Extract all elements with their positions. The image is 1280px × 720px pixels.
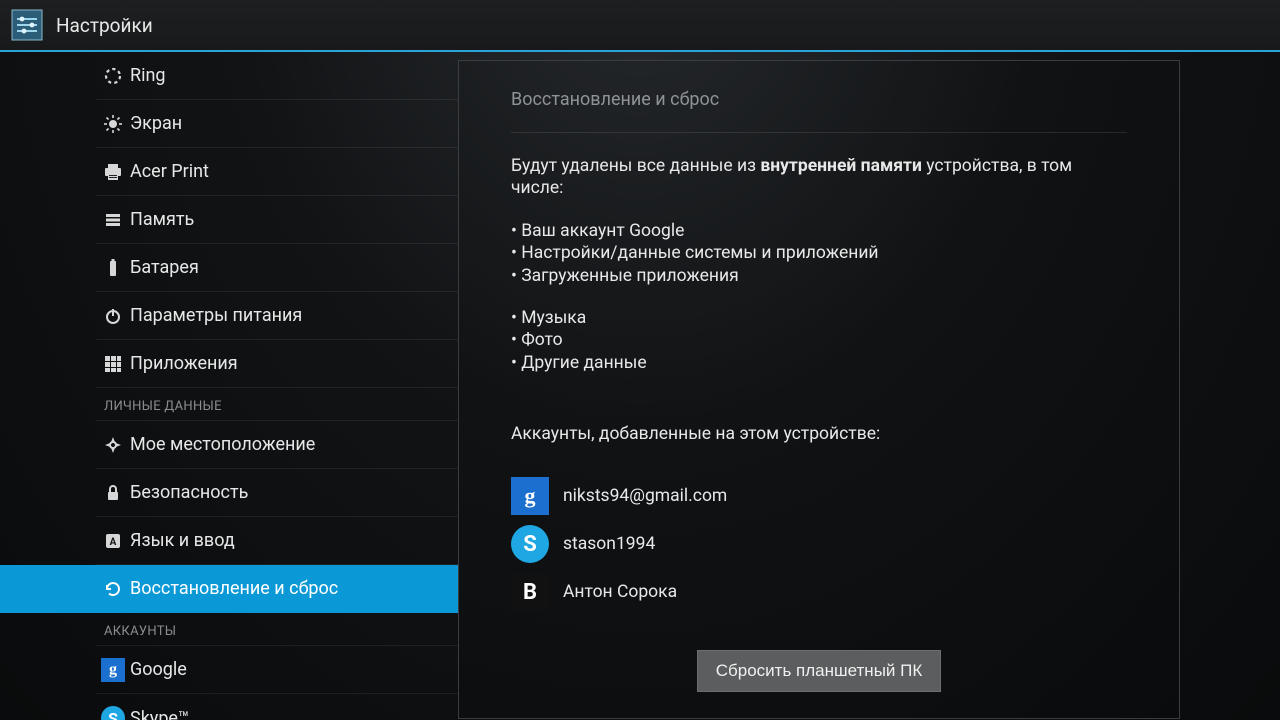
reset-tablet-button[interactable]: Сбросить планшетный ПК [697, 650, 942, 692]
sidebar-item-label: Восстановление и сброс [130, 578, 338, 599]
apps-icon [96, 354, 130, 374]
sidebar-item-storage[interactable]: Память [96, 196, 458, 244]
sidebar-item-label: Параметры питания [130, 305, 302, 326]
sidebar-item-label: Память [130, 209, 194, 230]
sidebar-item-battery[interactable]: Батарея [96, 244, 458, 292]
sidebar-header-accounts: АККАУНТЫ [96, 613, 458, 646]
ring-icon [96, 66, 130, 86]
content-pane: Восстановление и сброс Будут удалены все… [458, 52, 1280, 720]
desc-part-a: Будут удалены все данные из [511, 156, 760, 176]
sidebar-account-skype[interactable]: S Skype™ [96, 694, 458, 720]
sidebar-account-google[interactable]: g Google [96, 646, 458, 694]
accounts-heading: Аккаунты, добавленные на этом устройстве… [511, 424, 1127, 444]
account-name: stason1994 [563, 534, 655, 554]
sidebar-item-label: Ring [130, 65, 166, 86]
printer-icon [96, 162, 130, 182]
sidebar-item-label: Приложения [130, 353, 238, 374]
skype-icon: S [96, 706, 130, 720]
bullet-item: Фото [511, 329, 1127, 351]
battery-icon [96, 258, 130, 278]
sidebar-item-display[interactable]: Экран [96, 100, 458, 148]
bullet-item: Настройки/данные системы и приложений [511, 242, 1127, 264]
account-name: niksts94@gmail.com [563, 486, 727, 506]
sidebar-item-label: Acer Print [130, 161, 209, 182]
bullet-item: Музыка [511, 307, 1127, 329]
reset-description: Будут удалены все данные из внутренней п… [511, 155, 1127, 200]
sidebar-item-label: Skype™ [130, 708, 189, 720]
sidebar-item-label: Google [130, 659, 187, 680]
restore-icon [96, 579, 130, 599]
storage-icon [96, 210, 130, 230]
desc-bold: внутренней памяти [760, 156, 922, 176]
sidebar-item-ring[interactable]: Ring [96, 52, 458, 100]
sidebar-item-location[interactable]: Мое местоположение [96, 421, 458, 469]
sidebar-item-label: Экран [130, 113, 182, 134]
sidebar-item-label: Безопасность [130, 482, 248, 503]
account-row: g niksts94@gmail.com [511, 472, 1127, 520]
app-title: Настройки [56, 14, 153, 37]
language-icon: A [96, 531, 130, 551]
sidebar-item-label: Язык и ввод [130, 530, 235, 551]
sidebar-item-apps[interactable]: Приложения [96, 340, 458, 388]
settings-sidebar: Ring Экран [0, 52, 458, 720]
google-icon: g [511, 477, 549, 515]
title-bar: Настройки [0, 0, 1280, 52]
account-row: В Антон Сорока [511, 568, 1127, 616]
panel-title: Восстановление и сброс [511, 89, 1127, 133]
sidebar-item-language[interactable]: A Язык и ввод [96, 517, 458, 565]
sidebar-item-label: Мое местоположение [130, 434, 315, 455]
skype-icon: S [511, 525, 549, 563]
reset-bullets-2: Музыка Фото Другие данные [511, 307, 1127, 374]
lock-icon [96, 483, 130, 503]
brightness-icon [96, 114, 130, 134]
bullet-item: Ваш аккаунт Google [511, 220, 1127, 242]
location-icon [96, 435, 130, 455]
reset-card: Восстановление и сброс Будут удалены все… [458, 60, 1180, 719]
bullet-item: Другие данные [511, 352, 1127, 374]
sidebar-item-print[interactable]: Acer Print [96, 148, 458, 196]
bullet-item: Загруженные приложения [511, 265, 1127, 287]
account-name: Антон Сорока [563, 582, 677, 602]
google-icon: g [96, 658, 130, 682]
account-row: S stason1994 [511, 520, 1127, 568]
reset-bullets-1: Ваш аккаунт Google Настройки/данные сист… [511, 220, 1127, 287]
sidebar-item-backup-reset[interactable]: Восстановление и сброс [0, 565, 458, 613]
sidebar-item-label: Батарея [130, 257, 199, 278]
svg-text:A: A [110, 537, 117, 548]
sidebar-item-security[interactable]: Безопасность [96, 469, 458, 517]
accounts-list: g niksts94@gmail.com S stason1994 В Анто… [511, 472, 1127, 616]
sidebar-item-power[interactable]: Параметры питания [96, 292, 458, 340]
vk-icon: В [511, 573, 549, 611]
settings-icon [10, 8, 44, 42]
sidebar-header-personal: ЛИЧНЫЕ ДАННЫЕ [96, 388, 458, 421]
power-icon [96, 306, 130, 326]
